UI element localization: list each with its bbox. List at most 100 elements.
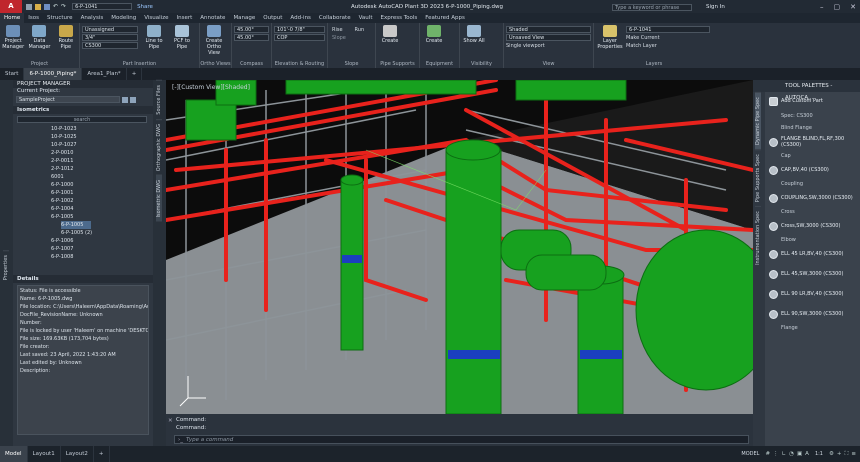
palette-item[interactable]: ELL 45,SW,3000 (CS300) bbox=[765, 264, 860, 284]
tree-item[interactable]: 6-P-1005 bbox=[51, 213, 153, 221]
slope-label[interactable]: Slope bbox=[332, 34, 371, 42]
run-label[interactable]: Run bbox=[355, 26, 365, 34]
layer-select[interactable]: 6-P-1041 bbox=[626, 26, 710, 33]
redo-icon[interactable]: ↷ bbox=[61, 3, 66, 10]
search-input[interactable]: Type a keyword or phrase bbox=[612, 4, 692, 11]
open-icon[interactable] bbox=[35, 3, 41, 10]
add-custom-part-button[interactable]: Add Custom Part bbox=[765, 94, 860, 108]
tree-item[interactable]: 10-P-1023 bbox=[51, 125, 153, 133]
save-icon[interactable] bbox=[44, 3, 50, 10]
menu-tab-manage[interactable]: Manage bbox=[229, 13, 259, 23]
show-all-button[interactable]: Show All bbox=[462, 25, 486, 44]
tree-item[interactable]: 6-P-1000 bbox=[51, 181, 153, 189]
menu-tab-modeling[interactable]: Modeling bbox=[107, 13, 140, 23]
match-layer-button[interactable]: Match Layer bbox=[626, 42, 710, 50]
pipe-supports-spec-tab[interactable]: Pipe Supports Spec bbox=[755, 148, 761, 207]
pcf-to-pipe-button[interactable]: PCF to Pipe bbox=[170, 25, 194, 50]
menu-tab-collaborate[interactable]: Collaborate bbox=[315, 13, 355, 23]
create-support-button[interactable]: Create bbox=[378, 25, 402, 44]
tree-item[interactable]: 6-P-1002 bbox=[51, 197, 153, 205]
palette-item[interactable]: ELL 90 LR,BV,40 (CS300) bbox=[765, 284, 860, 304]
menu-tab-vault[interactable]: Vault bbox=[355, 13, 377, 23]
menu-tab-output[interactable]: Output bbox=[259, 13, 286, 23]
data-manager-button[interactable]: Data Manager bbox=[28, 25, 50, 50]
settings-icon[interactable]: ⚙ bbox=[829, 451, 834, 457]
model-space-button[interactable]: MODEL bbox=[738, 451, 762, 457]
iso-dwg-tab[interactable]: Isometric DWG bbox=[156, 174, 162, 222]
properties-tab[interactable]: Properties bbox=[3, 250, 9, 285]
menu-tab-home[interactable]: Home bbox=[0, 13, 25, 23]
tree-item[interactable]: 6-P-1008 bbox=[51, 253, 153, 261]
osnap-icon[interactable]: ▣ bbox=[797, 451, 802, 457]
tree-item[interactable]: 10-P-1025 bbox=[51, 133, 153, 141]
cs-select[interactable]: CS300 bbox=[82, 42, 138, 49]
viewport-label[interactable]: [-][Custom View][Shaded] bbox=[172, 84, 250, 91]
tree-item[interactable]: 6-P-1007 bbox=[51, 245, 153, 253]
close-icon[interactable]: ✕ bbox=[850, 3, 856, 11]
cop-select[interactable]: COP bbox=[274, 34, 325, 41]
tree-item[interactable]: 10-P-1027 bbox=[51, 141, 153, 149]
menu-tab-visualize[interactable]: Visualize bbox=[140, 13, 172, 23]
menu-tab-featured-apps[interactable]: Featured Apps bbox=[421, 13, 469, 23]
size-select[interactable]: 3/4" bbox=[82, 34, 138, 41]
plus-icon[interactable]: + bbox=[837, 451, 842, 457]
plant-3d-model[interactable]: [-][Custom View][Shaded] bbox=[166, 80, 753, 414]
menu-tab-addins[interactable]: Add-ins bbox=[286, 13, 315, 23]
doc-tab-start[interactable]: Start bbox=[0, 68, 25, 80]
grid-icon[interactable]: # bbox=[765, 451, 770, 457]
tree-item[interactable]: 6-P-1006 bbox=[51, 237, 153, 245]
tree-item[interactable]: 6-P-1005 (2) bbox=[61, 229, 153, 237]
rise-label[interactable]: Rise bbox=[332, 26, 343, 34]
menu-tab-annotate[interactable]: Annotate bbox=[196, 13, 229, 23]
ortho-icon[interactable]: ∟ bbox=[782, 451, 787, 457]
project-manager-button[interactable]: Project Manager bbox=[2, 25, 24, 50]
add-layout-button[interactable]: + bbox=[94, 446, 110, 462]
menu-tab-express-tools[interactable]: Express Tools bbox=[376, 13, 421, 23]
palette-item[interactable]: FLANGE BLIND,FL,RF,300 (CS300) bbox=[765, 132, 860, 152]
project-tools-icon[interactable] bbox=[122, 96, 128, 103]
snap-icon[interactable]: ⋮ bbox=[773, 451, 779, 457]
palette-item[interactable]: Cross,SW,3000 (CS300) bbox=[765, 216, 860, 236]
palette-item[interactable]: COUPLING,SW,3000 (CS300) bbox=[765, 188, 860, 208]
fullscreen-icon[interactable]: ⛶ bbox=[845, 451, 849, 458]
source-files-tab[interactable]: Source Files bbox=[156, 80, 162, 119]
new-tab-button[interactable]: + bbox=[127, 68, 143, 80]
create-ortho-view-button[interactable]: Create Ortho View bbox=[202, 25, 226, 56]
menu-tab-analysis[interactable]: Analysis bbox=[77, 13, 108, 23]
tree-item[interactable]: 6001 bbox=[51, 173, 153, 181]
layout-tab-2[interactable]: Layout2 bbox=[61, 446, 94, 462]
pm-search-input[interactable]: search bbox=[17, 116, 147, 123]
file-select[interactable]: 6-P-1041 bbox=[72, 3, 133, 10]
tree-item[interactable]: 2-P-1012 bbox=[51, 165, 153, 173]
project-settings-icon[interactable] bbox=[130, 96, 136, 103]
route-pipe-button[interactable]: Route Pipe bbox=[55, 25, 77, 50]
doc-tab-piping[interactable]: 6-P-1000_Piping* bbox=[24, 68, 83, 80]
compass-angle-2[interactable]: 45.00° bbox=[234, 34, 269, 41]
layout-tab-model[interactable]: Model bbox=[0, 446, 28, 462]
menu-icon[interactable]: ≡ bbox=[851, 451, 856, 457]
share-button[interactable]: Share bbox=[137, 4, 153, 10]
annotation-scale-icon[interactable]: A bbox=[805, 451, 809, 457]
elevation-input[interactable]: 101'-0 7/8" bbox=[274, 26, 325, 33]
scale-select[interactable]: 1:1 bbox=[812, 451, 826, 457]
palette-item[interactable]: ELL 90,SW,3000 (CS300) bbox=[765, 304, 860, 324]
tree-item[interactable]: 6-P-1004 bbox=[51, 205, 153, 213]
visual-style-select[interactable]: Shaded bbox=[506, 26, 591, 33]
project-select[interactable]: SampleProject bbox=[16, 96, 120, 103]
spec-select[interactable]: Unassigned bbox=[82, 26, 138, 33]
menu-tab-isos[interactable]: Isos bbox=[24, 13, 43, 23]
palette-item[interactable]: CAP,BV,40 (CS300) bbox=[765, 160, 860, 180]
doc-tab-area1[interactable]: Area1_Plan* bbox=[82, 68, 127, 80]
polar-icon[interactable]: ◔ bbox=[789, 451, 794, 457]
viewport-config[interactable]: Single viewport bbox=[506, 42, 591, 50]
model-viewport[interactable]: [-][Custom View][Shaded] bbox=[166, 80, 753, 414]
app-logo[interactable]: A bbox=[0, 0, 22, 13]
minimize-icon[interactable]: – bbox=[820, 3, 824, 11]
layer-properties-button[interactable]: Layer Properties bbox=[597, 25, 623, 50]
create-equipment-button[interactable]: Create bbox=[422, 25, 446, 44]
line-to-pipe-button[interactable]: Line to Pipe bbox=[142, 25, 166, 50]
tree-item[interactable]: 6-P-1001 bbox=[51, 189, 153, 197]
signin-button[interactable]: Sign In bbox=[706, 4, 725, 10]
saved-view-select[interactable]: Unsaved View bbox=[506, 34, 591, 41]
menu-tab-insert[interactable]: Insert bbox=[172, 13, 196, 23]
